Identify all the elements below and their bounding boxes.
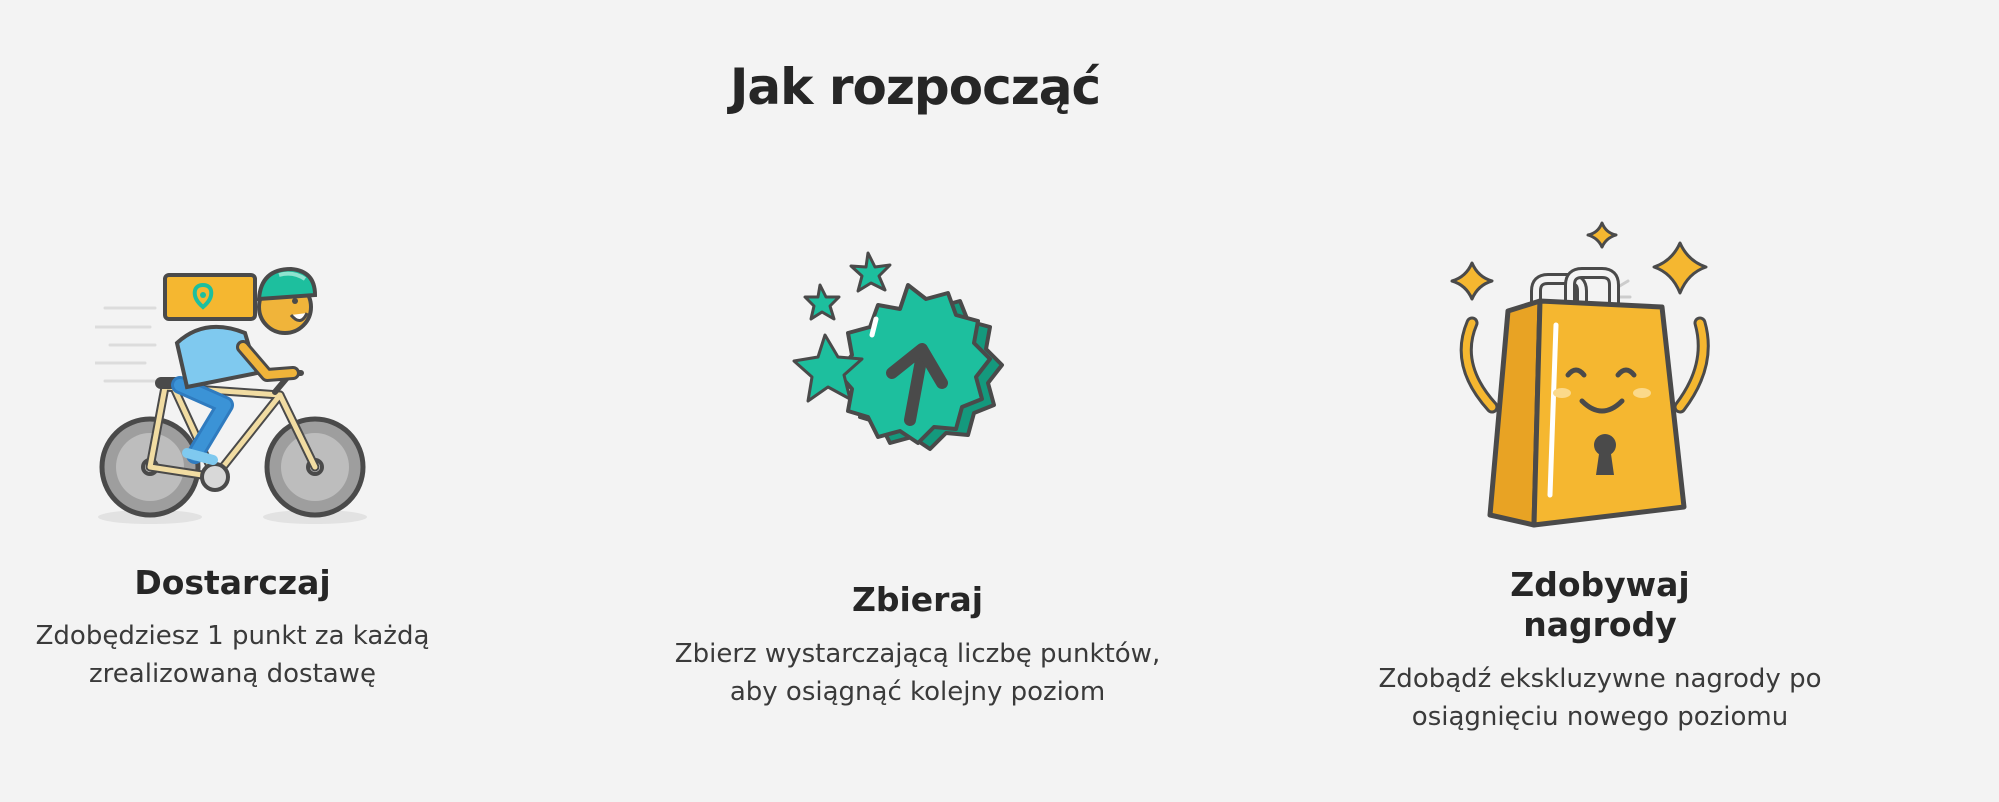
step-description-line: osiągnięciu nowego poziomu: [1411, 702, 1789, 732]
step-description: Zdobędziesz 1 punkt za każdą zrealizowan…: [0, 617, 465, 693]
level-up-badge-icon: [780, 245, 1050, 525]
step-title-line: Zdobywaj: [1510, 565, 1690, 604]
step-description-line: Zdobądź ekskluzywne nagrody po: [1378, 664, 1822, 694]
step-description: Zdobądź ekskluzywne nagrody po osiągnięc…: [1350, 660, 1850, 736]
step-collect: Zbieraj Zbierz wystarczającą liczbę punk…: [650, 0, 1185, 802]
reward-bag-icon: [1450, 215, 1750, 535]
step-description-line: Zdobędziesz 1 punkt za każdą: [35, 621, 430, 651]
step-description-line: Zbierz wystarczającą liczbę punktów,: [674, 639, 1161, 669]
courier-bike-icon: [93, 255, 380, 535]
step-title: Zdobywaj nagrody: [1350, 565, 1850, 645]
step-title: Zbieraj: [851, 580, 984, 619]
step-title: Dostarczaj: [134, 563, 331, 602]
step-description-line: zrealizowaną dostawę: [89, 659, 376, 689]
step-rewards: Zdobywaj nagrody Zdobądź ekskluzywne nag…: [1350, 0, 1850, 802]
step-title-line: nagrody: [1523, 605, 1677, 644]
step-description-line: aby osiągnąć kolejny poziom: [729, 677, 1106, 707]
step-description: Zbierz wystarczającą liczbę punktów, aby…: [650, 635, 1185, 711]
step-deliver: Dostarczaj Zdobędziesz 1 punkt za każdą …: [0, 0, 465, 802]
